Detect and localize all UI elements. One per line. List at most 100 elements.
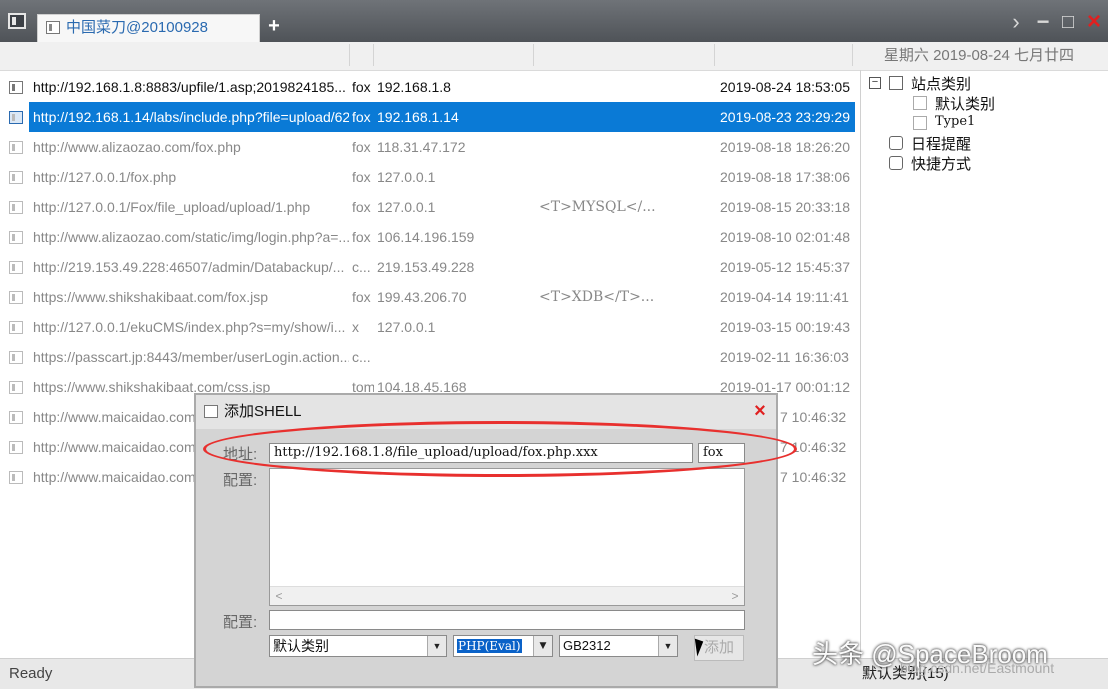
shell-ip: 219.153.49.228 xyxy=(377,259,475,275)
shell-url: http://127.0.0.1/ekuCMS/index.php?s=my/s… xyxy=(33,319,346,335)
list-item[interactable]: http://127.0.0.1/ekuCMS/index.php?s=my/s… xyxy=(0,312,855,342)
shell-ip: 106.14.196.159 xyxy=(377,229,475,245)
shell-icon xyxy=(9,351,23,364)
list-header: 星期六 2019-08-24 七月廿四 xyxy=(0,42,1108,71)
list-item[interactable]: https://passcart.jp:8443/member/userLogi… xyxy=(0,342,855,372)
shell-ip: 127.0.0.1 xyxy=(377,319,436,335)
shell-password: fox xyxy=(352,229,371,245)
tree-item-schedule[interactable]: 日程提醒 xyxy=(911,133,971,154)
encoding-select[interactable]: GB2312 ▼ xyxy=(559,635,678,657)
shell-url-field[interactable]: http://192.168.1.8/file_upload/upload/fo… xyxy=(269,443,693,463)
list-item[interactable]: http://127.0.0.1/Fox/file_upload/upload/… xyxy=(0,192,855,222)
shell-url: http://219.153.49.228:46507/admin/Databa… xyxy=(33,259,345,275)
category-select[interactable]: 默认类别 ▼ xyxy=(269,635,447,657)
shell-icon xyxy=(9,231,23,244)
script-type-select[interactable]: PHP(Eval) ▼ xyxy=(453,635,553,657)
shell-password: c... xyxy=(352,259,371,275)
shell-note: <T>XDB</T>... xyxy=(539,289,655,305)
tree-item-site-category[interactable]: 站点类别 xyxy=(911,73,971,94)
title-bar: 中国菜刀@20100928 + › − □ × xyxy=(0,0,1108,42)
encoding-value: GB2312 xyxy=(563,638,611,653)
shell-icon xyxy=(9,171,23,184)
shell-url: http://www.alizaozao.com/fox.php xyxy=(33,139,241,155)
new-tab-button[interactable]: + xyxy=(264,14,284,38)
category-select-value: 默认类别 xyxy=(273,638,329,654)
tree-item-default-category[interactable]: 默认类别 xyxy=(935,93,995,114)
shell-time: 2019-08-18 17:38:06 xyxy=(720,169,850,185)
chevron-right-icon[interactable]: › xyxy=(1008,11,1024,33)
chevron-down-icon: ▼ xyxy=(658,636,677,656)
shell-note: <T>MYSQL</... xyxy=(539,199,656,215)
chevron-down-icon: ▼ xyxy=(427,636,446,656)
shell-time: 2019-02-11 16:36:03 xyxy=(720,349,849,365)
extra-config-field[interactable] xyxy=(269,610,745,630)
folder-icon xyxy=(913,116,927,130)
list-item[interactable]: https://www.shikshakibaat.com/fox.jsp fo… xyxy=(0,282,855,312)
category-icon xyxy=(889,76,903,90)
shell-icon xyxy=(9,411,23,424)
shell-time: 2019-08-24 18:53:05 xyxy=(720,79,850,95)
scroll-left-icon[interactable]: < xyxy=(272,587,286,605)
app-menu-icon[interactable] xyxy=(8,13,26,29)
shell-url: http://127.0.0.1/fox.php xyxy=(33,169,177,185)
shell-ip: 199.43.206.70 xyxy=(377,289,467,305)
minimize-button[interactable]: − xyxy=(1034,11,1052,33)
shell-time: 2019-05-12 15:45:37 xyxy=(720,259,850,275)
shell-password: x xyxy=(352,319,359,335)
list-item[interactable]: http://127.0.0.1/fox.php fox 127.0.0.1 2… xyxy=(0,162,855,192)
column-divider[interactable] xyxy=(852,44,853,66)
status-text: Ready xyxy=(9,665,53,682)
list-item[interactable]: http://219.153.49.228:46507/admin/Databa… xyxy=(0,252,855,282)
config-label: 配置: xyxy=(223,472,258,489)
tab-main[interactable]: 中国菜刀@20100928 xyxy=(37,14,260,42)
shell-url: http://192.168.1.14/labs/include.php?fil… xyxy=(33,109,349,125)
dialog-close-button[interactable]: × xyxy=(750,399,770,423)
shell-password-field[interactable]: fox xyxy=(698,443,745,463)
shell-time: 7 10:46:32 xyxy=(780,439,847,455)
chevron-down-icon: ▼ xyxy=(533,636,552,656)
list-item[interactable]: http://192.168.1.8:8883/upfile/1.asp;201… xyxy=(0,72,855,102)
shell-password: fox xyxy=(352,169,371,185)
column-divider[interactable] xyxy=(533,44,534,66)
shell-icon xyxy=(9,201,23,214)
shell-icon xyxy=(9,291,23,304)
config-textarea[interactable]: < > xyxy=(269,468,745,606)
horizontal-scrollbar[interactable]: < > xyxy=(270,586,744,605)
shell-url: http://127.0.0.1/Fox/file_upload/upload/… xyxy=(33,199,311,215)
column-divider[interactable] xyxy=(714,44,715,66)
column-divider[interactable] xyxy=(349,44,350,66)
shell-url: http://www.alizaozao.com/static/img/logi… xyxy=(33,229,349,245)
scroll-right-icon[interactable]: > xyxy=(728,587,742,605)
shell-icon xyxy=(9,321,23,334)
calendar-icon xyxy=(889,136,903,150)
folder-icon xyxy=(913,96,927,110)
config-label-2: 配置: xyxy=(223,614,258,631)
shell-time: 2019-08-18 18:26:20 xyxy=(720,139,850,155)
column-divider[interactable] xyxy=(373,44,374,66)
shell-url: https://passcart.jp:8443/member/userLogi… xyxy=(33,349,349,365)
shell-time: 2019-04-14 19:11:41 xyxy=(720,289,849,305)
shortcut-icon xyxy=(889,156,903,170)
shell-icon xyxy=(9,261,23,274)
tree-item-shortcuts[interactable]: 快捷方式 xyxy=(911,153,971,174)
maximize-button[interactable]: □ xyxy=(1058,11,1078,33)
shell-icon xyxy=(9,381,23,394)
shell-password: fox xyxy=(352,109,371,125)
dialog-title-bar[interactable]: 添加SHELL × xyxy=(196,395,776,429)
shell-time: 2019-08-23 23:29:29 xyxy=(720,109,850,125)
list-item[interactable]: http://www.alizaozao.com/static/img/logi… xyxy=(0,222,855,252)
shell-url: http://192.168.1.8:8883/upfile/1.asp;201… xyxy=(33,79,346,95)
list-item[interactable]: http://www.alizaozao.com/fox.php fox 118… xyxy=(0,132,855,162)
window-icon xyxy=(46,21,60,34)
shell-time: 2019-08-15 20:33:18 xyxy=(720,199,850,215)
shell-ip: 192.168.1.14 xyxy=(377,109,459,125)
collapse-toggle-icon[interactable]: − xyxy=(869,77,881,89)
watermark-url: blog.csdn.net/Eastmount xyxy=(900,660,1055,676)
tree-item-type1[interactable]: Type1 xyxy=(935,114,975,129)
window-icon xyxy=(204,405,218,418)
close-button[interactable]: × xyxy=(1084,10,1104,34)
shell-time: 7 10:46:32 xyxy=(780,409,847,425)
shell-icon xyxy=(9,471,23,484)
list-item-selected[interactable]: http://192.168.1.14/labs/include.php?fil… xyxy=(0,102,855,132)
dialog-title: 添加SHELL xyxy=(224,403,302,420)
